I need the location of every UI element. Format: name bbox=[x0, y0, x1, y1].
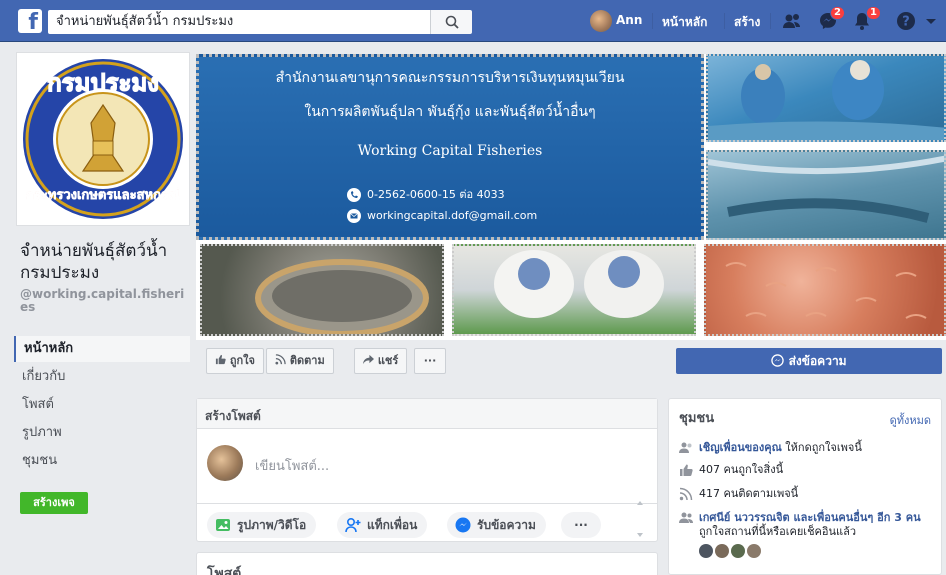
left-nav-home[interactable]: หน้าหลัก bbox=[14, 336, 190, 362]
cover-email-text: workingcapital.dof@gmail.com bbox=[367, 209, 538, 222]
invite-friends-link[interactable]: เชิญเพื่อนของคุณ bbox=[699, 441, 782, 454]
tag-friends-button[interactable]: แท็กเพื่อน bbox=[337, 512, 428, 538]
composer-scrollbar[interactable] bbox=[635, 499, 645, 539]
cover-title-line-2: ในการผลิตพันธุ์ปลา พันธุ์กุ้ง และพันธุ์ส… bbox=[304, 104, 596, 120]
page-username[interactable]: @working.capital.fisheries bbox=[20, 288, 192, 314]
invite-friends-text: ให้กดถูกใจเพจนี้ bbox=[785, 441, 862, 454]
friends-like-text: ถูกใจสถานที่นี้หรือเคยเช็คอินแล้ว bbox=[699, 525, 857, 538]
left-nav-posts[interactable]: โพสต์ bbox=[14, 392, 190, 418]
composer-more-button[interactable]: ··· bbox=[561, 512, 601, 538]
cover-photo-shrimp bbox=[704, 244, 946, 336]
phone-icon bbox=[347, 188, 361, 202]
nav-divider bbox=[770, 13, 771, 29]
friends-icon bbox=[679, 512, 693, 523]
likes-count: 407 คนถูกใจสิ่งนี้ bbox=[699, 463, 784, 476]
get-messages-label: รับข้อความ bbox=[477, 518, 536, 532]
tag-friends-label: แท็กเพื่อน bbox=[367, 518, 418, 532]
friends-like-row: เกศนีย์ นววรรณจิต และเพื่อนคนอื่นๆ อีก 3… bbox=[699, 511, 939, 539]
nav-divider bbox=[724, 13, 725, 29]
svg-text:กรมประมง: กรมประมง bbox=[47, 69, 159, 97]
send-message-label: ส่งข้อความ bbox=[788, 354, 847, 368]
email-icon bbox=[347, 209, 361, 223]
left-nav-about[interactable]: เกี่ยวกับ bbox=[14, 364, 190, 390]
search-input[interactable]: จำหน่ายพันธุ์สัตว์น้ำ กรมประมง bbox=[48, 10, 430, 34]
nav-divider bbox=[652, 13, 653, 29]
help-icon[interactable]: ? bbox=[896, 11, 916, 31]
thumbs-up-icon bbox=[680, 464, 693, 476]
rss-follow-icon bbox=[679, 487, 693, 501]
create-post-header: สร้างโพสต์ bbox=[197, 399, 657, 429]
friend-avatars bbox=[699, 543, 763, 558]
friend-avatar[interactable] bbox=[699, 543, 713, 558]
create-post-card: สร้างโพสต์ เขียนโพสต์... รูปภาพ/วิดีโอ แ… bbox=[196, 398, 658, 542]
page-action-bar: ถูกใจ ติดตาม แชร์ ··· bbox=[206, 348, 446, 376]
svg-text:?: ? bbox=[902, 15, 910, 30]
cover-title-line-3: Working Capital Fisheries bbox=[357, 143, 543, 159]
tag-friends-icon bbox=[345, 517, 361, 533]
community-see-all-link[interactable]: ดูทั้งหมด bbox=[890, 411, 931, 429]
cover-phone: 0-2562-0600-15 ต่อ 4033 bbox=[347, 185, 505, 203]
posts-section-title: โพสต์ bbox=[207, 566, 242, 575]
cover-photo-fish-basket bbox=[200, 244, 444, 336]
cover-banner: สำนักงานเลขานุการคณะกรรมการบริหารเงินทุน… bbox=[196, 54, 704, 240]
friends-like-link[interactable]: เกศนีย์ นววรรณจิต และเพื่อนคนอื่นๆ อีก 3… bbox=[699, 511, 921, 524]
like-button-label: ถูกใจ bbox=[229, 354, 255, 367]
share-arrow-icon bbox=[363, 354, 374, 365]
svg-text:กระทรวงเกษตรและสหกรณ์: กระทรวงเกษตรและสหกรณ์ bbox=[26, 187, 180, 203]
page-left-column: กรมประมง กระทรวงเกษตรและสหกรณ์ จำหน่ายพั… bbox=[10, 42, 190, 575]
messenger-icon bbox=[455, 517, 471, 533]
thumbs-up-icon bbox=[215, 354, 226, 365]
messages-badge: 2 bbox=[830, 6, 845, 20]
account-menu-chevron-icon[interactable] bbox=[924, 11, 938, 31]
cover-phone-text: 0-2562-0600-15 ต่อ 4033 bbox=[367, 188, 505, 201]
facebook-logo[interactable]: f bbox=[18, 9, 42, 33]
friend-avatar[interactable] bbox=[731, 543, 745, 558]
community-card: ชุมชน ดูทั้งหมด เชิญเพื่อนของคุณ ให้กดถู… bbox=[668, 398, 942, 575]
top-navigation-bar: f จำหน่ายพันธุ์สัตว์น้ำ กรมประมง Ann หน้… bbox=[0, 0, 946, 42]
cover-photo-fish-pond bbox=[706, 150, 946, 240]
friend-avatar[interactable] bbox=[715, 543, 729, 558]
nav-create-link[interactable]: สร้าง bbox=[734, 13, 760, 32]
photo-video-button[interactable]: รูปภาพ/วิดีโอ bbox=[207, 512, 317, 538]
page-title[interactable]: จำหน่ายพันธุ์สัตว์น้ำ กรมประมง bbox=[20, 240, 192, 284]
cover-photo[interactable]: สำนักงานเลขานุการคณะกรรมการบริหารเงินทุน… bbox=[196, 54, 946, 340]
invite-friends-row: เชิญเพื่อนของคุณ ให้กดถูกใจเพจนี้ bbox=[699, 441, 939, 455]
search-icon bbox=[445, 15, 459, 29]
photo-video-label: รูปภาพ/วิดีโอ bbox=[237, 518, 307, 532]
followers-count: 417 คนติดตามเพจนี้ bbox=[699, 487, 799, 500]
friend-avatar[interactable] bbox=[747, 543, 761, 558]
community-title: ชุมชน bbox=[679, 411, 715, 426]
share-button[interactable]: แชร์ bbox=[354, 348, 408, 374]
notifications-badge: 1 bbox=[866, 6, 881, 20]
follow-button[interactable]: ติดตาม bbox=[266, 348, 334, 374]
cover-title-line-1: สำนักงานเลขานุการคณะกรรมการบริหารเงินทุน… bbox=[275, 70, 625, 86]
cover-photo-fishermen bbox=[706, 54, 946, 142]
invite-friends-icon bbox=[679, 442, 692, 453]
more-options-button[interactable]: ··· bbox=[414, 348, 446, 374]
page-profile-picture[interactable]: กรมประมง กระทรวงเกษตรและสหกรณ์ bbox=[16, 52, 190, 226]
get-messages-button[interactable]: รับข้อความ bbox=[447, 512, 546, 538]
composer-avatar bbox=[207, 445, 243, 481]
posts-section: โพสต์ bbox=[196, 552, 658, 575]
messenger-icon bbox=[771, 354, 785, 367]
user-avatar[interactable] bbox=[590, 10, 612, 32]
search-button[interactable] bbox=[430, 10, 472, 34]
like-button[interactable]: ถูกใจ bbox=[206, 348, 264, 374]
rss-follow-icon bbox=[275, 354, 286, 365]
nav-profile-link[interactable]: Ann bbox=[616, 13, 642, 27]
department-of-fisheries-seal-logo: กรมประมง กระทรวงเกษตรและสหกรณ์ bbox=[23, 59, 183, 219]
photo-icon bbox=[216, 519, 230, 531]
create-page-button[interactable]: สร้างเพจ bbox=[20, 492, 88, 514]
write-post-input[interactable]: เขียนโพสต์... bbox=[255, 455, 329, 476]
friend-requests-icon[interactable] bbox=[782, 11, 802, 31]
left-nav-photos[interactable]: รูปภาพ bbox=[14, 420, 190, 446]
cover-photo-fish-bags bbox=[452, 244, 696, 336]
follow-button-label: ติดตาม bbox=[289, 354, 325, 367]
nav-home-link[interactable]: หน้าหลัก bbox=[662, 13, 707, 32]
send-message-button[interactable]: ส่งข้อความ bbox=[676, 348, 942, 374]
share-button-label: แชร์ bbox=[377, 354, 399, 367]
cover-email: workingcapital.dof@gmail.com bbox=[347, 209, 537, 223]
composer-actions: รูปภาพ/วิดีโอ แท็กเพื่อน รับข้อความ ··· bbox=[197, 503, 657, 541]
left-nav-community[interactable]: ชุมชน bbox=[14, 448, 190, 474]
